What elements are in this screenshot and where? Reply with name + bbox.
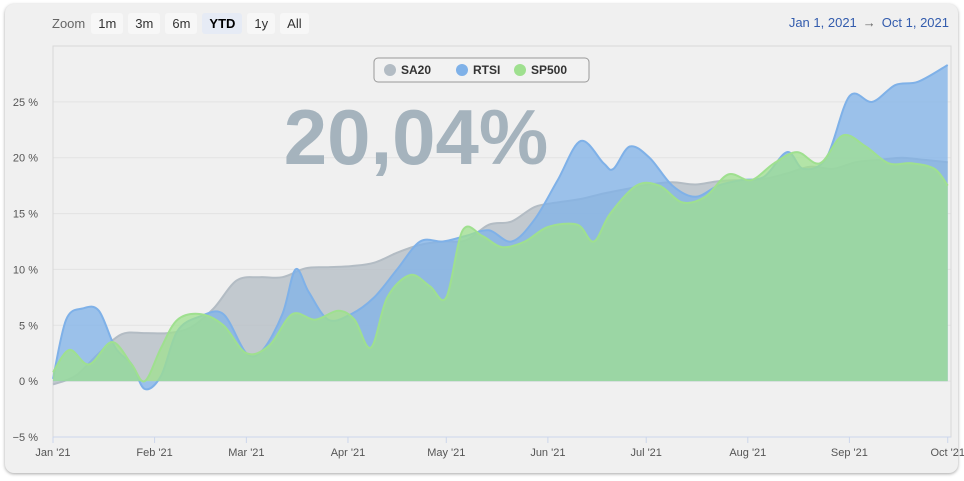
legend-marker-rtsi	[456, 64, 468, 76]
legend: SA20 RTSI SP500	[373, 57, 590, 83]
y-tick-label: 20 %	[13, 153, 38, 165]
x-tick-label: Jul '21	[630, 447, 661, 459]
x-tick-label: Oct '21	[930, 447, 964, 459]
x-tick-label: May '21	[427, 447, 465, 459]
legend-item-sp500[interactable]: SP500	[514, 63, 567, 77]
y-tick-label: −5 %	[13, 432, 39, 444]
y-tick-label: 15 %	[13, 209, 38, 221]
big-value-label: 20,04%	[284, 93, 549, 181]
x-tick-label: Jun '21	[530, 447, 565, 459]
area-chart: 20,04% −5 % 0 % 5 % 10 % 15 % 20 % 25 % Jan '21…	[13, 45, 964, 459]
x-tick-label: Feb '21	[136, 447, 172, 459]
legend-label-rtsi: RTSI	[473, 63, 500, 77]
legend-label-sp500: SP500	[531, 63, 567, 77]
x-tick-label: Sep '21	[831, 447, 868, 459]
legend-label-sa20: SA20	[401, 63, 431, 77]
x-tick-label: Mar '21	[228, 447, 264, 459]
legend-marker-sa20	[384, 64, 396, 76]
x-tick-label: Apr '21	[331, 447, 366, 459]
y-tick-label: 5 %	[19, 320, 38, 332]
x-tick-label: Aug '21	[729, 447, 766, 459]
y-tick-label: 25 %	[13, 97, 38, 109]
y-tick-label: 0 %	[19, 376, 38, 388]
y-tick-label: 10 %	[13, 264, 38, 276]
legend-marker-sp500	[514, 64, 526, 76]
legend-item-sa20[interactable]: SA20	[384, 63, 431, 77]
x-tick-label: Jan '21	[35, 447, 70, 459]
legend-item-rtsi[interactable]: RTSI	[456, 63, 500, 77]
